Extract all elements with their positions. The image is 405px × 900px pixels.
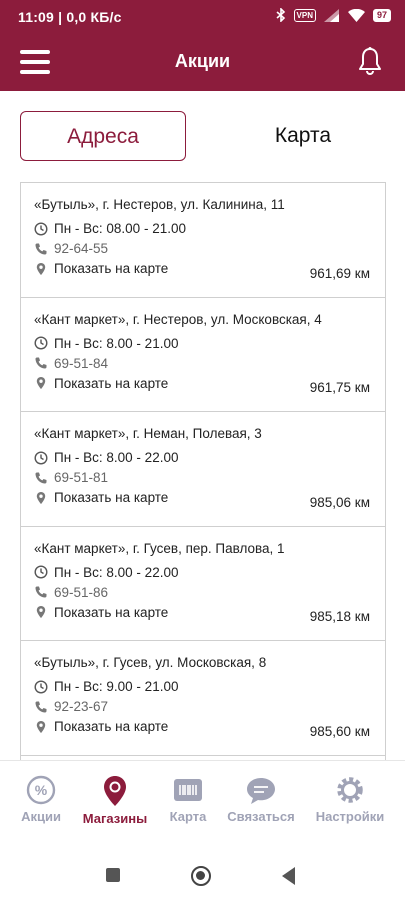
map-pin-icon bbox=[36, 262, 46, 275]
battery-icon: 97 bbox=[372, 8, 391, 22]
store-hours: Пн - Вс: 8.00 - 22.00 bbox=[54, 450, 179, 465]
phone-icon bbox=[35, 701, 47, 713]
show-on-map-link[interactable]: Показать на карте bbox=[54, 376, 168, 391]
store-card[interactable]: «Бутыль», г. Гусев, ул. Московская, 8 Пн… bbox=[21, 641, 385, 756]
clock-icon bbox=[34, 565, 48, 579]
store-phone[interactable]: 69-51-84 bbox=[54, 356, 108, 371]
nav-label: Карта bbox=[169, 809, 207, 824]
store-phone[interactable]: 69-51-86 bbox=[54, 585, 108, 600]
phone-icon bbox=[35, 472, 47, 484]
store-address: «Кант маркет», г. Гусев, пер. Павлова, 1 bbox=[34, 540, 285, 556]
store-phone[interactable]: 69-51-81 bbox=[54, 470, 108, 485]
store-address: «Кант маркет», г. Неман, Полевая, 3 bbox=[34, 426, 262, 441]
signal-icon bbox=[323, 8, 339, 22]
svg-text:%: % bbox=[35, 782, 48, 798]
bottom-nav: % Акции Магазины Карта Связаться Настрой… bbox=[0, 760, 405, 832]
percent-icon: % bbox=[26, 775, 56, 805]
status-bar: 11:09 | 0,0 КБ/с VPN 97 bbox=[0, 0, 405, 33]
clock-icon bbox=[34, 221, 48, 236]
store-hours: Пн - Вс: 8.00 - 22.00 bbox=[54, 564, 179, 580]
bluetooth-icon bbox=[276, 8, 285, 22]
clock-icon bbox=[34, 336, 48, 350]
clock-icon bbox=[34, 679, 48, 694]
card-icon bbox=[174, 779, 202, 801]
notifications-icon[interactable] bbox=[357, 46, 383, 76]
status-time: 11:09 | 0,0 КБ/с bbox=[18, 9, 122, 25]
store-distance: 961,69 км bbox=[309, 265, 370, 281]
clock-icon bbox=[34, 450, 48, 465]
nav-card[interactable]: Карта bbox=[166, 775, 210, 824]
nav-promos[interactable]: % Акции bbox=[18, 775, 64, 824]
store-card[interactable]: «Кант маркет», г. Нестеров, ул. Московск… bbox=[21, 298, 385, 412]
store-distance: 985,60 км bbox=[309, 723, 370, 739]
phone-icon bbox=[35, 357, 47, 369]
nav-label: Магазины bbox=[82, 811, 148, 826]
store-hours: Пн - Вс: 08.00 - 21.00 bbox=[54, 221, 186, 236]
store-address: «Бутыль», г. Гусев, ул. Московская, 8 bbox=[34, 655, 267, 670]
store-card[interactable]: «Кант маркет», г. Неман, Полевая, 3 Пн -… bbox=[21, 412, 385, 527]
app-bar: Акции bbox=[0, 33, 405, 91]
nav-label: Связаться bbox=[227, 809, 295, 824]
store-hours: Пн - Вс: 9.00 - 21.00 bbox=[54, 679, 179, 694]
tab-map[interactable]: Карта bbox=[220, 111, 386, 161]
store-hours: Пн - Вс: 8.00 - 21.00 bbox=[54, 335, 179, 351]
map-pin-icon bbox=[36, 720, 46, 733]
store-card[interactable]: «Кант маркет», г. Гусев, пер. Павлова, 1… bbox=[21, 527, 385, 641]
nav-label: Акции bbox=[21, 809, 61, 824]
phone-icon bbox=[35, 243, 47, 255]
nav-stores[interactable]: Магазины bbox=[80, 775, 150, 826]
page-title: Акции bbox=[174, 51, 231, 71]
store-address: «Кант маркет», г. Нестеров, ул. Московск… bbox=[34, 311, 322, 327]
gear-icon bbox=[337, 777, 363, 803]
map-pin-icon bbox=[36, 377, 46, 389]
nav-label: Настройки bbox=[315, 809, 385, 824]
show-on-map-link[interactable]: Показать на карте bbox=[54, 261, 168, 276]
store-distance: 985,06 км bbox=[309, 494, 370, 510]
show-on-map-link[interactable]: Показать на карте bbox=[54, 719, 168, 734]
show-on-map-link[interactable]: Показать на карте bbox=[54, 490, 168, 505]
system-nav-bar bbox=[0, 832, 405, 900]
recent-apps-button[interactable] bbox=[106, 868, 120, 882]
map-pin-icon bbox=[104, 776, 126, 806]
map-pin-icon bbox=[36, 606, 46, 618]
store-address: «Бутыль», г. Нестеров, ул. Калинина, 11 bbox=[34, 197, 285, 212]
store-phone[interactable]: 92-23-67 bbox=[54, 699, 108, 714]
phone-icon bbox=[35, 586, 47, 598]
tab-addresses[interactable]: Адреса bbox=[20, 111, 186, 161]
store-distance: 985,18 км bbox=[309, 609, 370, 624]
vpn-icon: VPN bbox=[293, 8, 316, 22]
store-phone[interactable]: 92-64-55 bbox=[54, 241, 108, 256]
status-icons: VPN 97 bbox=[276, 8, 391, 22]
nav-contact[interactable]: Связаться bbox=[224, 775, 298, 824]
store-card[interactable]: «Бутыль», г. Нестеров, ул. Калинина, 11 … bbox=[21, 183, 385, 298]
show-on-map-link[interactable]: Показать на карте bbox=[54, 605, 168, 620]
store-list[interactable]: «Бутыль», г. Нестеров, ул. Калинина, 11 … bbox=[20, 182, 386, 762]
map-pin-icon bbox=[36, 491, 46, 504]
back-button[interactable] bbox=[282, 867, 295, 885]
home-button[interactable] bbox=[191, 866, 211, 886]
nav-settings[interactable]: Настройки bbox=[313, 775, 387, 824]
chat-icon bbox=[247, 778, 275, 804]
view-switcher: Адреса Карта bbox=[20, 111, 386, 161]
wifi-icon bbox=[347, 8, 365, 22]
store-distance: 961,75 км bbox=[309, 380, 370, 395]
